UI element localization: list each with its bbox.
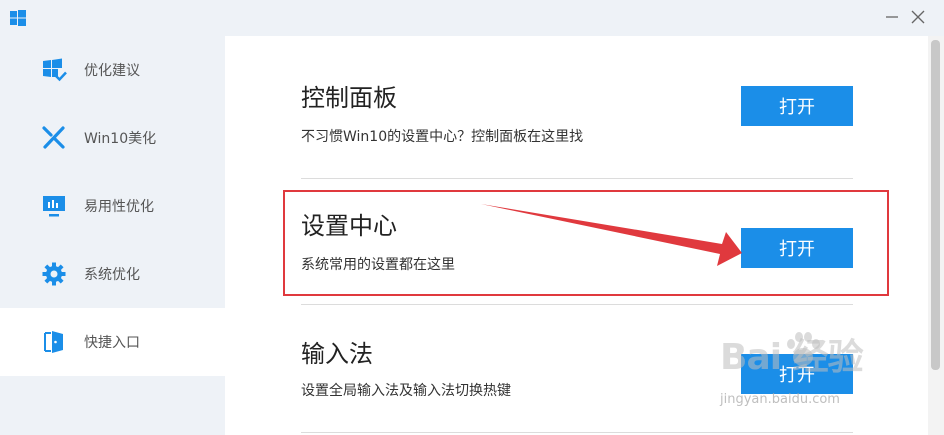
monitor-icon [40,192,68,220]
paw-icon [787,332,820,366]
scrollbar-thumb[interactable] [931,40,940,370]
minimize-icon [886,16,898,18]
gear-icon [40,260,68,288]
windows-logo-icon [10,10,26,26]
section-description: 不习惯Win10的设置中心？控制面板在这里找 [301,129,584,145]
sidebar-item-label: 易用性优化 [84,199,154,215]
windows-check-icon [40,56,68,84]
minimize-button[interactable] [880,5,904,29]
section-title: 输入法 [301,340,373,368]
watermark-url: jingyan.baidu.com [720,392,840,407]
sidebar-item-usability[interactable]: 易用性优化 [0,172,225,240]
title-bar [0,0,944,36]
sidebar-item-label: Win10美化 [84,131,157,147]
close-icon [911,10,925,24]
brush-icon [40,124,68,152]
section-title: 控制面板 [301,84,397,112]
section-description: 设置全局输入法及输入法切换热键 [301,383,511,399]
divider [301,432,853,433]
sidebar-item-win10-beautify[interactable]: Win10美化 [0,104,225,172]
sidebar-item-label: 快捷入口 [84,335,140,351]
door-icon [40,328,68,356]
sidebar-item-quick-entry[interactable]: 快捷入口 [0,308,225,376]
sidebar-item-label: 系统优化 [84,267,140,283]
sidebar-item-label: 优化建议 [84,63,140,79]
highlight-box [283,190,889,296]
sidebar-item-system-optimization[interactable]: 系统优化 [0,240,225,308]
sidebar-item-optimization-suggestions[interactable]: 优化建议 [0,36,225,104]
open-control-panel-button[interactable]: 打开 [741,86,853,126]
sidebar: 优化建议 Win10美化 易用性优化 系统优化 快捷入口 [0,36,225,435]
close-button[interactable] [906,5,930,29]
section-control-panel: 控制面板 不习惯Win10的设置中心？控制面板在这里找 打开 [301,36,853,176]
